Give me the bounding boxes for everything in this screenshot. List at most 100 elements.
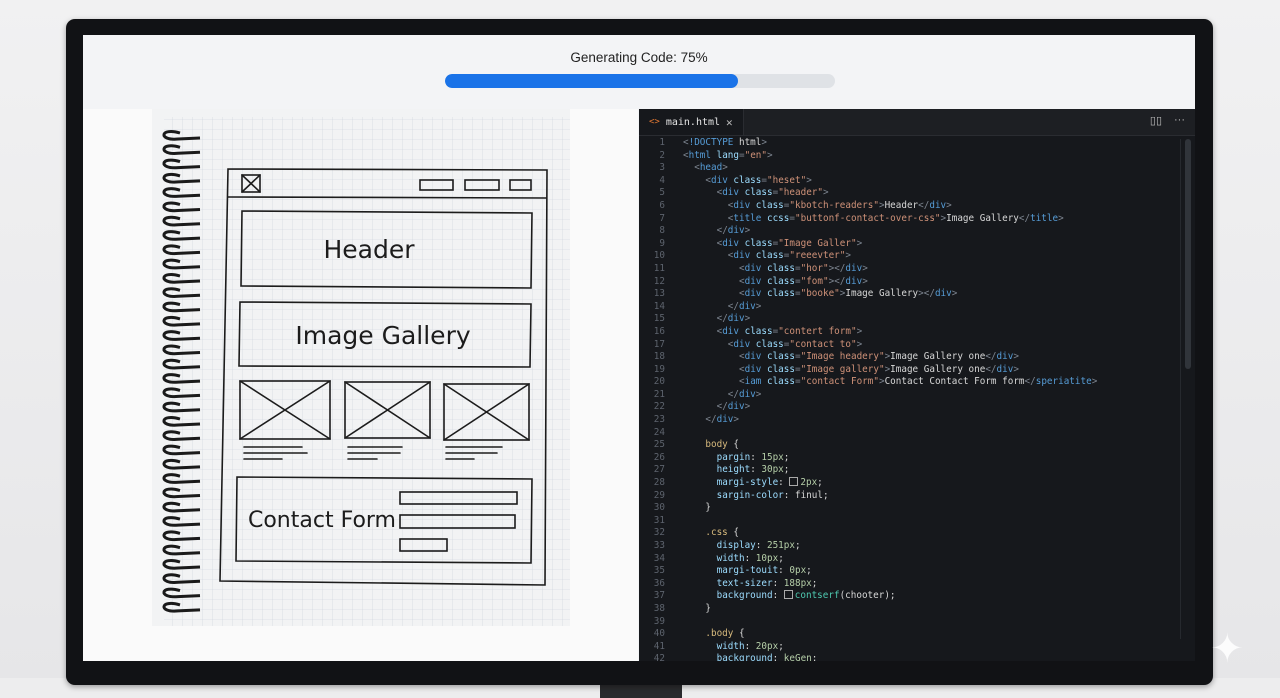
code-line: 4 <div class="heset"> (639, 175, 1195, 188)
code-text: <head> (694, 162, 728, 174)
code-line: 8 </div> (639, 225, 1195, 238)
code-line: 11 <div class="hor"></div> (639, 263, 1195, 276)
code-text: </div> (727, 300, 762, 312)
line-number: 16 (653, 325, 665, 337)
code-text: background: contserf(chooter); (716, 590, 896, 602)
code-line: 40 .body { (639, 628, 1195, 641)
code-text: display: 251px; (716, 540, 801, 551)
code-line: 37 background: contserf(chooter); (639, 590, 1195, 603)
line-number: 8 (659, 225, 665, 237)
line-number: 4 (659, 174, 665, 186)
line-number: 24 (653, 426, 665, 438)
more-icon[interactable]: ··· (1174, 114, 1185, 127)
progress-label: Generating Code: 75% (570, 50, 708, 65)
monitor-screen: Generating Code: 75% Header Image Galler… (83, 35, 1195, 661)
line-number: 7 (659, 212, 665, 224)
line-number: 41 (653, 640, 665, 652)
code-line: 25 body { (639, 439, 1195, 452)
code-text: sargin-color: finul; (716, 489, 829, 501)
code-text: <div class="hor"></div> (738, 262, 868, 274)
line-number: 42 (653, 653, 665, 661)
line-number: 28 (653, 477, 665, 489)
code-line: 10 <div class="reeevter"> (639, 250, 1195, 263)
code-text: margi-touit: 0px; (716, 565, 812, 577)
sketch-contact-label: Contact Form (248, 508, 396, 533)
code-line: 23 </div> (639, 414, 1195, 427)
code-line: 29 sargin-color: finul; (639, 490, 1195, 503)
code-text: <div class="fom"></div> (738, 275, 868, 287)
line-number: 21 (653, 388, 665, 400)
code-line: 9 <div class="Image Galler"> (639, 238, 1195, 251)
code-text: <iam class="contact Form">Contact Contac… (738, 376, 1098, 388)
editor-scrollbar[interactable] (1185, 139, 1191, 369)
code-line: 17 <div class="contact to"> (639, 339, 1195, 352)
sketch-pane: Header Image Gallery Contact Form (83, 109, 638, 661)
code-text: } (683, 502, 711, 514)
code-text: text-sizer: 188px; (716, 577, 818, 589)
html-brackets-icon: <> (649, 117, 660, 127)
code-editor: <> main.html ✕ ▯▯ ··· 1 <!DOCTYPE html> 2 <… (639, 109, 1195, 661)
line-number: 32 (653, 527, 665, 539)
code-area[interactable]: 1 <!DOCTYPE html> 2 <html lang="en"> 3 <head… (639, 137, 1195, 661)
code-text: .body { (705, 628, 745, 640)
line-number: 3 (659, 162, 665, 174)
color-swatch (789, 477, 799, 487)
line-number: 35 (653, 565, 665, 577)
code-line: 32 .css { (639, 527, 1195, 540)
code-line: 5 <div class="header"> (639, 187, 1195, 200)
code-text: .css { (705, 527, 739, 539)
code-text: width: 10px; (716, 552, 784, 564)
code-text: <div class="booke">Image Gallery></div> (738, 288, 958, 300)
code-text: <div class="Image headery">Image Gallery… (738, 351, 1019, 363)
line-number: 10 (653, 250, 665, 262)
code-line: 7 <title ccss="buttonf-contact-over-css"… (639, 213, 1195, 226)
line-number: 26 (653, 451, 665, 463)
code-text: <div class="contert form"> (716, 325, 863, 337)
code-line: 16 <div class="contert form"> (639, 326, 1195, 339)
progress-fill (445, 74, 738, 88)
line-number: 20 (653, 376, 665, 388)
code-text: </div> (727, 388, 762, 400)
line-number: 31 (653, 514, 665, 526)
line-number: 15 (653, 313, 665, 325)
line-number: 13 (653, 288, 665, 300)
code-text: <!DOCTYPE html> (683, 137, 767, 148)
wireframe-sketch-photo: Header Image Gallery Contact Form (152, 109, 570, 626)
line-number: 5 (659, 187, 665, 199)
tab-main-html[interactable]: <> main.html ✕ (639, 109, 744, 135)
line-number: 22 (653, 401, 665, 413)
line-number: 27 (653, 464, 665, 476)
code-text: <div class="Image Galler"> (716, 237, 863, 249)
code-line: 13 <div class="booke">Image Gallery></di… (639, 288, 1195, 301)
close-icon[interactable]: ✕ (726, 116, 733, 129)
line-number: 18 (653, 351, 665, 363)
line-number: 12 (653, 275, 665, 287)
line-number: 19 (653, 363, 665, 375)
code-text: height: 30px; (716, 464, 790, 476)
line-number: 14 (653, 300, 665, 312)
line-number: 34 (653, 552, 665, 564)
code-text: <div class="header"> (716, 187, 829, 199)
sketch-gallery-label: Image Gallery (295, 321, 470, 350)
code-line: 6 <div class="kbotch-readers">Header</di… (639, 200, 1195, 213)
code-line: 15 </div> (639, 313, 1195, 326)
monitor: Generating Code: 75% Header Image Galler… (66, 19, 1213, 685)
line-number: 40 (653, 628, 665, 640)
code-text: <div class="Image gallery">Image Gallery… (738, 363, 1019, 375)
code-line: 21 </div> (639, 389, 1195, 402)
editor-actions: ▯▯ ··· (1150, 114, 1185, 127)
line-number: 29 (653, 489, 665, 501)
code-line: 31 (639, 515, 1195, 528)
code-line: 39 (639, 616, 1195, 629)
color-swatch (783, 590, 793, 600)
split-editor-icon[interactable]: ▯▯ (1150, 114, 1162, 127)
line-number: 33 (653, 540, 665, 551)
code-line: 27 height: 30px; (639, 464, 1195, 477)
sparkle-icon: ✦ (1210, 627, 1244, 671)
code-line: 19 <div class="Image gallery">Image Gall… (639, 364, 1195, 377)
code-text: body { (705, 439, 739, 451)
code-text: <title ccss="buttonf-contact-over-css">I… (727, 212, 1064, 224)
editor-ruler (1180, 139, 1181, 639)
code-text: </div> (716, 401, 751, 413)
line-number: 17 (653, 338, 665, 350)
